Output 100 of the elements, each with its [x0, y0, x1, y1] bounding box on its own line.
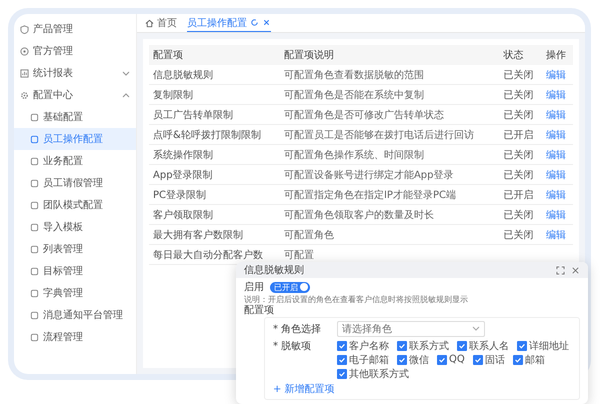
- chevron-icon: [472, 326, 480, 331]
- column-header: 配置项: [149, 45, 280, 65]
- tab[interactable]: 员工操作配置: [187, 14, 271, 32]
- sidebar-item[interactable]: 基础配置: [14, 106, 136, 128]
- table-cell: 已开启: [500, 184, 542, 204]
- checkbox-option[interactable]: 邮箱: [512, 353, 545, 366]
- checkbox[interactable]: [457, 340, 467, 350]
- table-cell: App登录限制: [149, 164, 280, 184]
- table-cell: 已开启: [500, 124, 542, 144]
- square-icon: [30, 156, 39, 166]
- square-icon: [30, 244, 39, 254]
- column-header: 操作: [542, 45, 573, 65]
- table-cell: 已关闭: [500, 84, 542, 104]
- chevron-icon: [122, 70, 130, 76]
- sidebar-item[interactable]: 官方管理: [14, 40, 136, 62]
- table-cell: PC登录限制: [149, 184, 280, 204]
- checkbox[interactable]: [397, 354, 407, 364]
- edit-link[interactable]: 编辑: [546, 90, 566, 100]
- table-cell: 已关闭: [500, 224, 542, 244]
- sidebar-item[interactable]: 字典管理: [14, 282, 136, 304]
- edit-link[interactable]: 编辑: [546, 190, 566, 200]
- checkbox-option[interactable]: 固话: [472, 353, 505, 366]
- edit-link[interactable]: 编辑: [546, 230, 566, 240]
- table-cell: 可配置角色查看数据脱敏的范围: [280, 65, 500, 84]
- table-cell: 信息脱敏规则: [149, 65, 280, 84]
- sidebar-item[interactable]: 列表管理: [14, 238, 136, 260]
- square-icon: [30, 310, 39, 320]
- table-cell: 可配置指定角色在指定IP才能登录PC端: [280, 184, 500, 204]
- edit-link[interactable]: 编辑: [546, 210, 566, 220]
- table-cell: 系统操作限制: [149, 144, 280, 164]
- table-cell: 可配置角色领取客户的数量及时长: [280, 204, 500, 224]
- checkbox[interactable]: [512, 354, 523, 364]
- square-icon: [30, 332, 39, 342]
- column-header: 配置项说明: [280, 45, 500, 65]
- refresh-icon[interactable]: [250, 18, 259, 27]
- checkbox-option[interactable]: QQ: [437, 353, 465, 366]
- table-cell: 可配置角色是否可修改广告转单状态: [280, 104, 500, 124]
- gear-icon: [20, 90, 29, 100]
- checkbox-option[interactable]: 微信: [397, 353, 429, 366]
- checkbox-option[interactable]: 客户名称: [337, 339, 389, 352]
- square-icon: [30, 222, 39, 232]
- table-cell: 点呼&轮呼拨打限制限制: [149, 124, 280, 144]
- table-cell: 客户领取限制: [149, 204, 280, 224]
- checkbox[interactable]: [337, 340, 347, 350]
- square-icon: [30, 134, 39, 144]
- checkbox-option[interactable]: 联系方式: [397, 339, 449, 352]
- sidebar-item[interactable]: 业务配置: [14, 150, 136, 172]
- role-select[interactable]: 请选择角色: [337, 321, 485, 337]
- edit-link[interactable]: 编辑: [546, 70, 566, 80]
- column-header: 状态: [500, 45, 542, 65]
- edit-link[interactable]: 编辑: [546, 110, 566, 120]
- close-icon[interactable]: [262, 18, 271, 27]
- sidebar-item[interactable]: 配置中心: [14, 84, 136, 106]
- edit-link[interactable]: 编辑: [546, 170, 566, 180]
- field-label: * 脱敏项: [273, 340, 312, 353]
- note-text: 说明：开启后设置的角色在查看客户信息时将按照脱敏规则显示: [244, 294, 469, 304]
- tab[interactable]: 首页: [145, 14, 177, 32]
- table-cell: 最大拥有客户数限制: [149, 224, 280, 244]
- checkbox-option[interactable]: 电子邮箱: [337, 353, 389, 366]
- expand-icon[interactable]: [556, 266, 565, 274]
- sidebar-item[interactable]: 产品管理: [14, 18, 136, 40]
- square-icon: [30, 178, 39, 188]
- sidebar-item[interactable]: 员工操作配置: [14, 128, 136, 150]
- checkbox[interactable]: [472, 354, 483, 364]
- chart-icon: [20, 68, 29, 78]
- checkbox[interactable]: [337, 368, 347, 378]
- checkbox[interactable]: [337, 354, 347, 364]
- square-icon: [30, 200, 39, 210]
- add-link[interactable]: + 新增配置项: [273, 382, 571, 396]
- toggle-switch[interactable]: 已开启: [270, 282, 310, 292]
- table-cell: 已关闭: [500, 204, 542, 224]
- checkbox-option[interactable]: 联系人名: [457, 339, 509, 352]
- table-cell: 已关闭: [500, 65, 542, 84]
- sidebar-item[interactable]: 统计报表: [14, 62, 136, 84]
- checkbox-option[interactable]: 其他联系方式: [337, 367, 409, 380]
- table-cell: 已关闭: [500, 104, 542, 124]
- chevron-icon: [122, 92, 130, 98]
- edit-link[interactable]: 编辑: [546, 150, 566, 160]
- edit-link[interactable]: 编辑: [546, 130, 566, 140]
- table-cell: 可配置角色是否能在系统中复制: [280, 84, 500, 104]
- checkbox[interactable]: [437, 354, 447, 364]
- square-icon: [30, 266, 39, 276]
- sidebar-item[interactable]: 团队模式配置: [14, 194, 136, 216]
- field-label: 启用: [244, 280, 264, 294]
- circle-icon: [20, 46, 29, 56]
- sidebar-item[interactable]: 消息通知平台管理: [14, 304, 136, 326]
- table-cell: 复制限制: [149, 84, 280, 104]
- checkbox[interactable]: [517, 340, 527, 350]
- checkbox-option[interactable]: 详细地址: [517, 339, 569, 352]
- sidebar-item[interactable]: 目标管理: [14, 260, 136, 282]
- sidebar-item[interactable]: 导入模板: [14, 216, 136, 238]
- table-cell: 员工广告转单限制: [149, 104, 280, 124]
- sidebar-item[interactable]: 流程管理: [14, 326, 136, 348]
- table-cell: 已关闭: [500, 164, 542, 184]
- table-cell: 可配置角色操作系统、时间限制: [280, 144, 500, 164]
- sidebar-item[interactable]: 员工请假管理: [14, 172, 136, 194]
- dialog-title: 信息脱敏规则: [244, 264, 304, 277]
- close-icon[interactable]: [571, 266, 580, 274]
- checkbox[interactable]: [397, 340, 407, 350]
- table-cell: 已关闭: [500, 144, 542, 164]
